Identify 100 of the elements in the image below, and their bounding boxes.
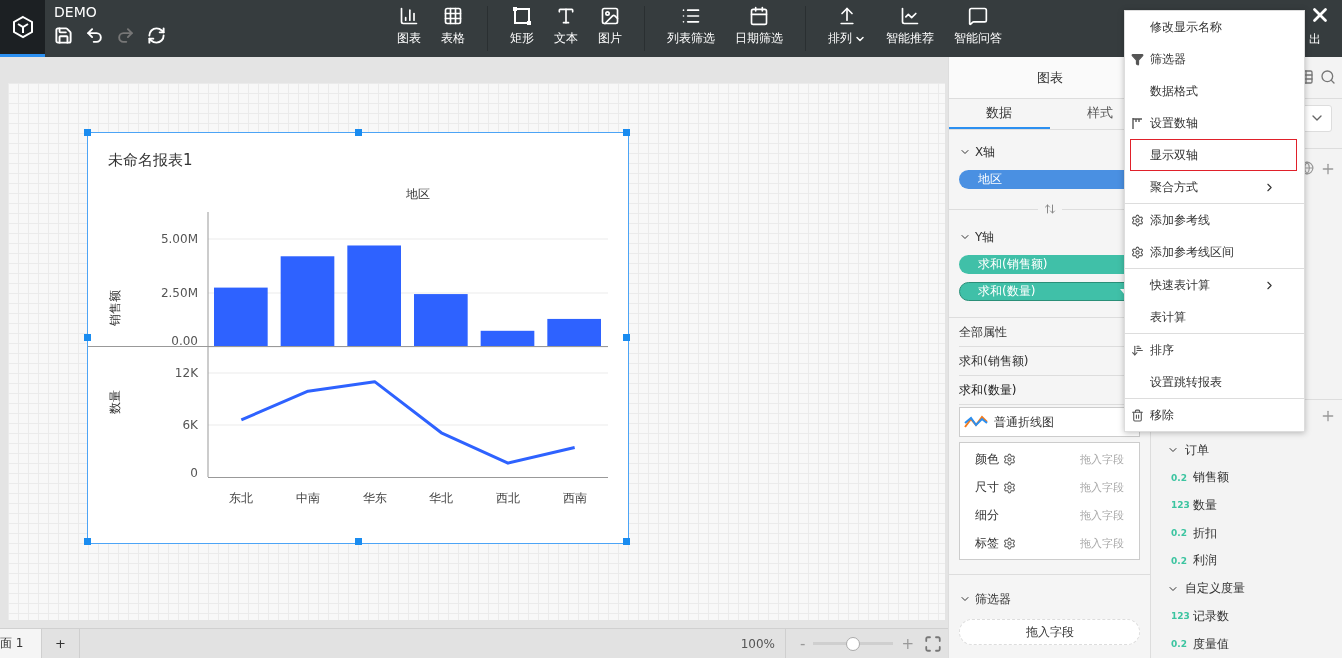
resize-handle[interactable] [623, 538, 630, 545]
category-label: 西北 [496, 491, 520, 505]
logo-icon [10, 15, 35, 39]
field-item[interactable]: 利润 [1193, 552, 1217, 570]
type-label: 0.2 [1171, 555, 1185, 566]
section-label: X轴 [975, 143, 996, 161]
report-title: 未命名报表1 [107, 150, 194, 171]
search-icon[interactable] [1320, 69, 1336, 86]
toolbar-button[interactable]: 智能推荐 [876, 6, 944, 51]
toolbar-button[interactable]: 图片 [588, 6, 632, 51]
resize-handle[interactable] [623, 334, 630, 341]
category-label: 中南 [296, 491, 320, 505]
swap-icon[interactable] [1043, 203, 1056, 215]
type-label: 0.2 [1171, 528, 1185, 539]
toolbar-button[interactable]: 智能问答 [944, 6, 1012, 51]
toolbar-button[interactable]: 列表筛选 [657, 6, 725, 51]
drop-hint: 拖入字段 [1080, 451, 1124, 467]
settings-icon[interactable] [1003, 452, 1016, 466]
settings-icon [1131, 214, 1144, 227]
type-label: 0.2 [1171, 639, 1185, 650]
category-label: 西南 [562, 491, 587, 505]
list-icon [681, 6, 701, 26]
calendar-icon [749, 6, 769, 26]
menu-item[interactable]: 添加参考线 [1125, 204, 1297, 236]
axis-title: 销售额 [108, 289, 122, 326]
zoom-reading: 100% [740, 628, 786, 658]
drop-hint: 拖入字段 [1080, 507, 1124, 523]
table-icon [443, 6, 463, 26]
mark-label: 颜色 [975, 450, 999, 468]
page-tab[interactable]: 面 1 [0, 629, 42, 658]
slider-thumb[interactable] [845, 636, 860, 651]
toolbar-button[interactable]: 日期筛选 [725, 6, 793, 51]
mark-label: 尺寸 [975, 478, 999, 496]
panel-tab[interactable]: 数据 [949, 99, 1050, 129]
resize-handle[interactable] [84, 538, 91, 545]
field-item[interactable]: 度量值 [1193, 635, 1229, 653]
group-label: 自定义度量 [1185, 580, 1245, 598]
axis-title: 数量 [108, 390, 122, 414]
resize-handle[interactable] [623, 129, 630, 136]
section-label: 筛选器 [975, 590, 1011, 608]
toolbar-button[interactable]: 矩形 [500, 6, 544, 51]
mark-label: 标签 [975, 534, 999, 552]
line-chart-icon [964, 415, 988, 429]
toolbar-button[interactable]: 排列 [818, 6, 876, 51]
tick-label: 6K [182, 418, 198, 432]
tick-label: 2.50M [160, 286, 198, 300]
bar [214, 287, 268, 347]
field-item[interactable]: 数量 [1193, 496, 1217, 514]
arrange-icon [837, 6, 857, 26]
refresh-icon[interactable] [147, 26, 166, 45]
chat-icon [968, 6, 988, 26]
bar [547, 318, 601, 347]
settings-icon [1131, 246, 1144, 259]
axis-icon [1131, 117, 1144, 130]
tick-label: 0 [190, 466, 198, 480]
category-label: 华东 [362, 491, 387, 505]
chart-type-select[interactable]: 普通折线图 [959, 407, 1140, 437]
text-icon [556, 6, 576, 26]
menu-item[interactable]: 修改显示名称 [1125, 11, 1297, 43]
exit-button[interactable]: 出 [1305, 4, 1331, 48]
toolbar-button[interactable]: 表格 [431, 6, 475, 51]
type-label: 0.2 [1171, 472, 1185, 483]
tick-label: 12K [174, 366, 198, 380]
field-item[interactable]: 记录数 [1193, 607, 1229, 625]
tick-label: 0.00 [171, 334, 198, 348]
bar-chart-icon [399, 6, 419, 26]
image-icon [600, 6, 620, 26]
toolbar-button[interactable]: 文本 [544, 6, 588, 51]
sort-icon [1131, 344, 1144, 357]
settings-icon[interactable] [1003, 536, 1016, 550]
settings-icon[interactable] [1003, 480, 1016, 494]
drop-hint: 拖入字段 [1080, 479, 1124, 495]
drop-hint: 拖入字段 [1080, 535, 1124, 551]
app-title: DEMO [54, 4, 98, 20]
tick-label: 5.00M [160, 232, 198, 246]
axis-title: 地区 [405, 186, 431, 203]
section-label: Y轴 [975, 228, 995, 246]
field-item[interactable]: 折扣 [1193, 524, 1217, 542]
resize-handle[interactable] [84, 129, 91, 136]
bar [414, 294, 468, 347]
filter-icon [1131, 53, 1144, 66]
rectangle-icon [512, 6, 532, 26]
category-label: 东北 [229, 491, 254, 505]
chart-type-label: 普通折线图 [994, 413, 1054, 431]
resize-handle[interactable] [355, 129, 362, 136]
mark-label: 细分 [975, 506, 999, 524]
group-label: 订单 [1185, 441, 1209, 459]
field-item[interactable]: 销售额 [1193, 469, 1229, 487]
toolbar-button[interactable]: 图表 [387, 6, 431, 51]
fit-screen-icon[interactable] [924, 634, 942, 653]
undo-icon[interactable] [85, 26, 104, 45]
drop-zone[interactable]: 拖入字段 [959, 619, 1140, 645]
save-icon[interactable] [54, 26, 73, 45]
report-card[interactable]: 未命名报表1 地区 5.00M 2.50M 0.00 销售额 12K 6K 0 东北 中南 华东 华北 西北 西南 数量 [87, 132, 629, 544]
trash-icon [1131, 409, 1144, 422]
menu-item[interactable]: 显示双轴 [1130, 139, 1297, 171]
resize-handle[interactable] [355, 538, 362, 545]
category-label: 华北 [429, 491, 454, 505]
trend-chart-icon [900, 6, 920, 26]
resize-handle[interactable] [84, 334, 91, 341]
